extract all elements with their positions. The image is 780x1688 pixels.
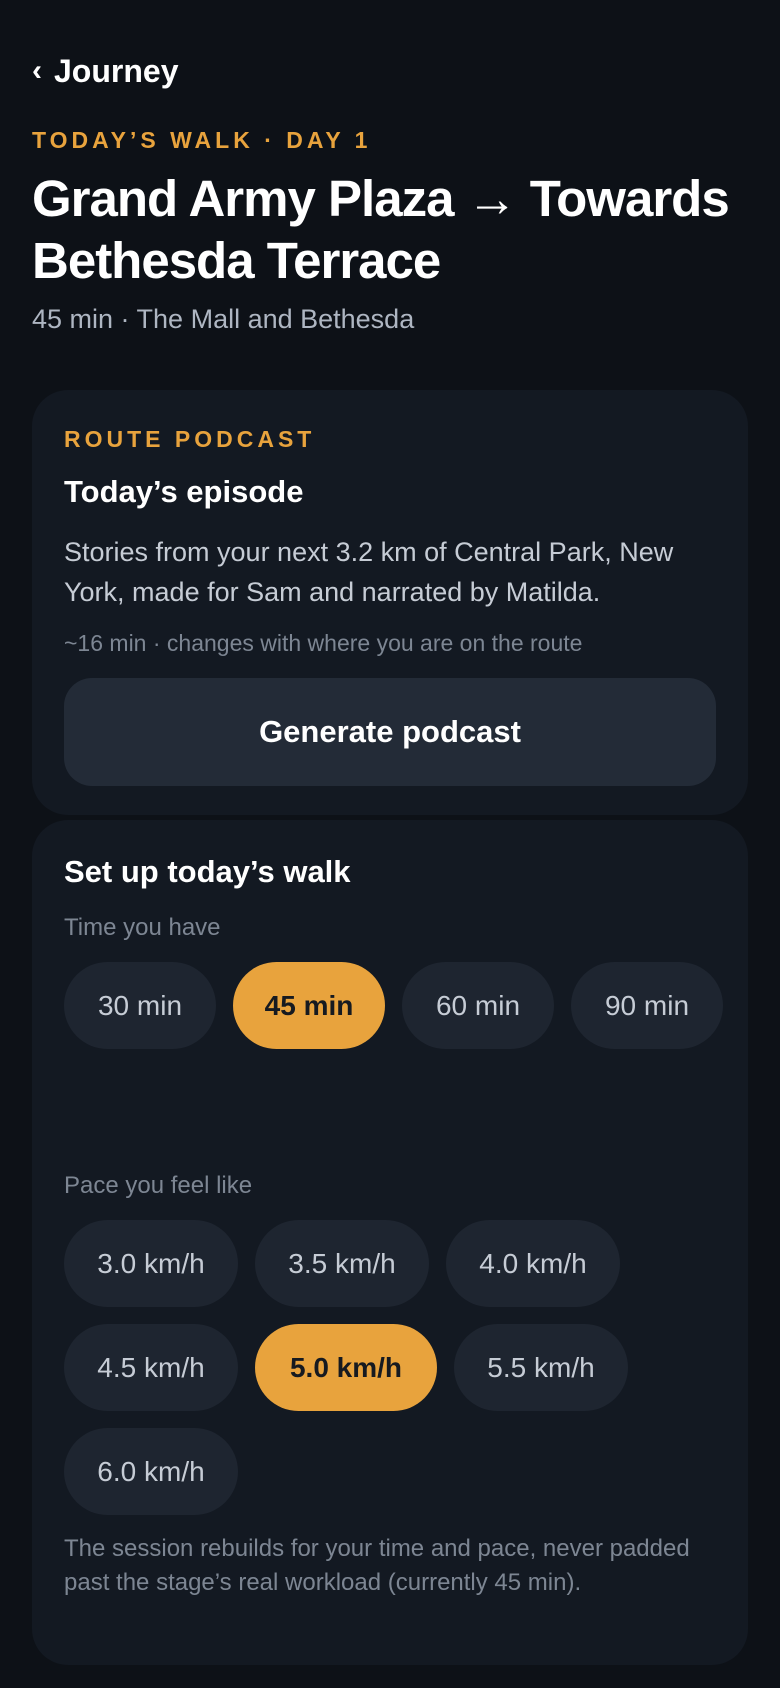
pace-options: 3.0 km/h 3.5 km/h 4.0 km/h 4.5 km/h 5.0 … xyxy=(64,1220,724,1515)
session-note: The session rebuilds for your time and p… xyxy=(64,1535,690,1596)
pace-option-chip[interactable]: 3.0 km/h xyxy=(64,1220,238,1307)
time-option-chip[interactable]: 90 min xyxy=(571,962,723,1049)
pace-option-chip[interactable]: 5.5 km/h xyxy=(454,1324,628,1411)
time-option-chip[interactable]: 45 min xyxy=(233,962,385,1049)
route-podcast-card: ROUTE PODCAST Today’s episode Stories fr… xyxy=(32,390,748,815)
pace-option-chip[interactable]: 4.0 km/h xyxy=(446,1220,620,1307)
podcast-description: Stories from your next 3.2 km of Central… xyxy=(64,537,674,607)
walk-subtitle: 45 min · The Mall and Bethesda xyxy=(32,304,415,334)
pace-option-chip[interactable]: 3.5 km/h xyxy=(255,1220,429,1307)
walk-setup-screen: ‹ Journey TODAY’S WALK · DAY 1 Grand Arm… xyxy=(0,0,780,1688)
podcast-meta: ~16 min · changes with where you are on … xyxy=(64,630,583,656)
chevron-left-icon: ‹ xyxy=(32,54,42,87)
time-options: 30 min 45 min 60 min 90 min xyxy=(64,962,724,1049)
pace-option-chip[interactable]: 6.0 km/h xyxy=(64,1428,238,1515)
time-option-chip[interactable]: 60 min xyxy=(402,962,554,1049)
podcast-eyebrow: ROUTE PODCAST xyxy=(64,426,316,452)
page-title: Grand Army Plaza → Towards Bethesda Terr… xyxy=(32,170,730,289)
time-label: Time you have xyxy=(64,914,221,941)
setup-heading: Set up today’s walk xyxy=(64,854,351,889)
pace-option-chip[interactable]: 4.5 km/h xyxy=(64,1324,238,1411)
walk-setup-card: Set up today’s walk Time you have 30 min… xyxy=(32,820,748,1665)
pace-option-chip[interactable]: 5.0 km/h xyxy=(255,1324,437,1411)
back-button[interactable]: ‹ Journey xyxy=(32,48,178,94)
generate-podcast-button[interactable]: Generate podcast xyxy=(64,678,716,786)
walk-day-eyebrow: TODAY’S WALK · DAY 1 xyxy=(32,127,372,153)
time-option-chip[interactable]: 30 min xyxy=(64,962,216,1049)
pace-label: Pace you feel like xyxy=(64,1172,253,1199)
podcast-heading: Today’s episode xyxy=(64,474,304,509)
back-button-label: Journey xyxy=(54,52,179,89)
